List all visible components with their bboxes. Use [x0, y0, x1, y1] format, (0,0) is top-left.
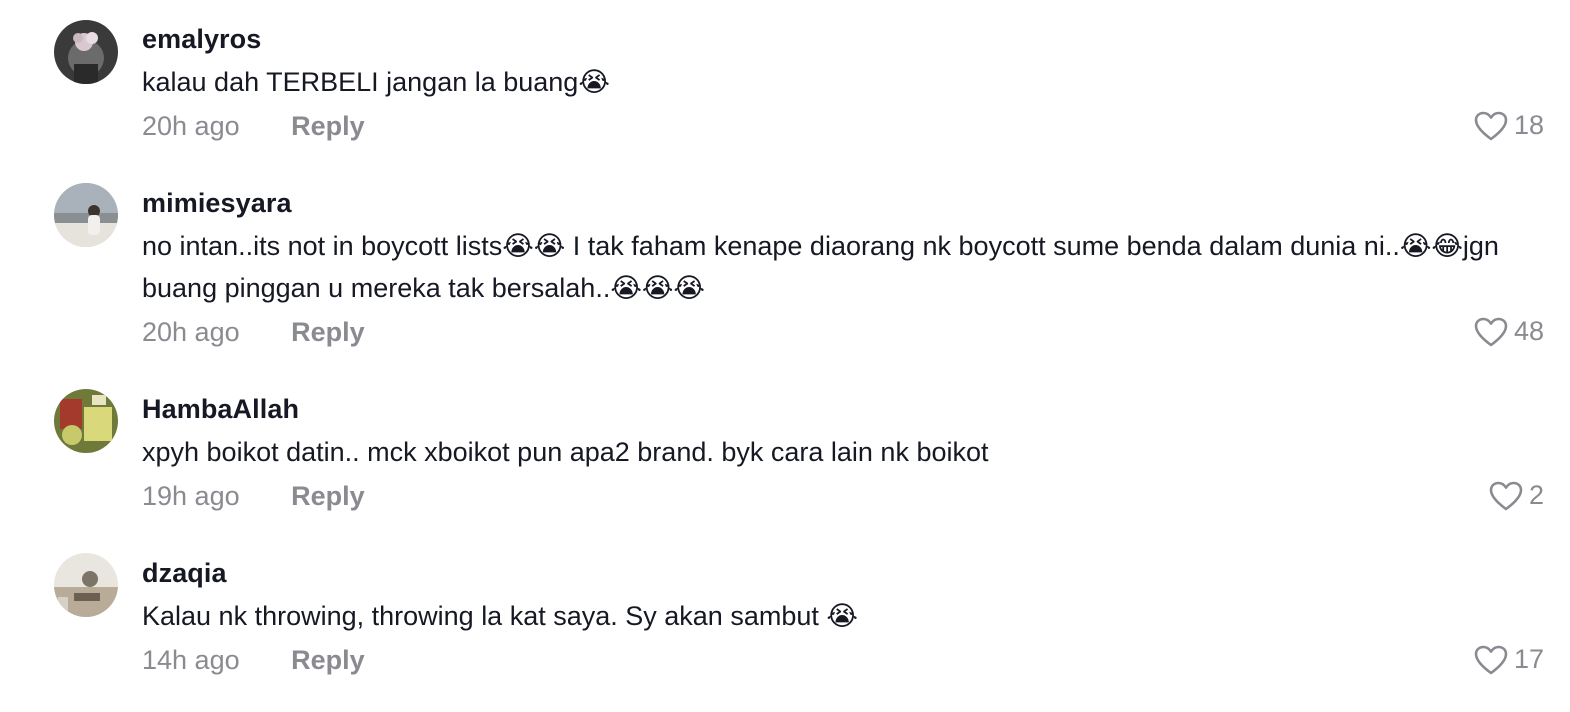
- heart-outline-icon: [1474, 317, 1508, 346]
- comment-text: no intan..its not in boycott lists😭😭 I t…: [142, 231, 1499, 303]
- avatar[interactable]: [54, 389, 118, 453]
- avatar[interactable]: [54, 183, 118, 247]
- like-count: 17: [1513, 644, 1544, 674]
- comment-timestamp: 20h ago: [142, 111, 240, 141]
- reply-button[interactable]: Reply: [291, 317, 365, 348]
- comment-text: xpyh boikot datin.. mck xboikot pun apa2…: [142, 437, 989, 467]
- like-button[interactable]: 17: [1474, 644, 1544, 675]
- comment-timestamp: 20h ago: [142, 317, 240, 347]
- comment-meta: 20h ago Reply: [142, 317, 365, 348]
- reply-button[interactable]: Reply: [291, 111, 365, 142]
- avatar[interactable]: [54, 553, 118, 617]
- comment-username[interactable]: HambaAllah: [142, 394, 299, 425]
- comment-text: Kalau nk throwing, throwing la kat saya.…: [142, 601, 858, 631]
- like-button[interactable]: 2: [1489, 480, 1544, 511]
- reply-button[interactable]: Reply: [291, 481, 365, 512]
- comment-timestamp: 19h ago: [142, 481, 240, 511]
- like-count: 2: [1528, 480, 1544, 510]
- comment-meta: 20h ago Reply: [142, 111, 365, 142]
- comment-meta: 14h ago Reply: [142, 645, 365, 676]
- heart-outline-icon: [1474, 111, 1508, 140]
- comment-text: kalau dah TERBELI jangan la buang😭: [142, 67, 610, 97]
- comment-timestamp: 14h ago: [142, 645, 240, 675]
- comment-username[interactable]: mimiesyara: [142, 188, 292, 219]
- like-button[interactable]: 48: [1474, 316, 1544, 347]
- comment-username[interactable]: dzaqia: [142, 558, 227, 589]
- reply-button[interactable]: Reply: [291, 645, 365, 676]
- heart-outline-icon: [1474, 645, 1508, 674]
- like-count: 48: [1513, 316, 1544, 346]
- like-button[interactable]: 18: [1474, 110, 1544, 141]
- avatar[interactable]: [54, 20, 118, 84]
- comment-username[interactable]: emalyros: [142, 24, 261, 55]
- heart-outline-icon: [1489, 481, 1523, 510]
- comment-list: emalyros kalau dah TERBELI jangan la bua…: [0, 0, 1570, 712]
- comment-meta: 19h ago Reply: [142, 481, 365, 512]
- like-count: 18: [1513, 110, 1544, 140]
